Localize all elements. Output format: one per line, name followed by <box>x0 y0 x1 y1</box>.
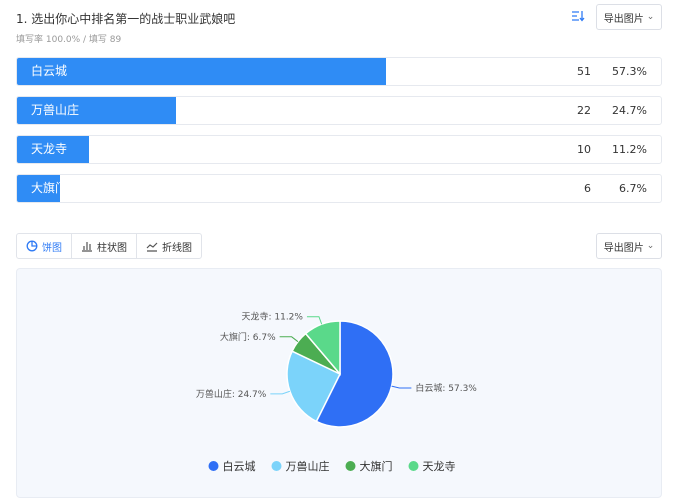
pie-chart-panel: 白云城: 57.3% 万兽山庄: 24.7% 大旗门: 6.7% 天龙寺: 11.2%… <box>16 268 662 498</box>
result-percent: 6.7% <box>619 182 647 195</box>
question-title: 1. 选出你心中排名第一的战士职业武娘吧 <box>16 12 236 26</box>
result-percent: 11.2% <box>612 143 647 156</box>
tab-label: 折线图 <box>162 242 192 254</box>
chevron-down-icon: ⌄ <box>646 12 655 22</box>
legend-label[interactable]: 万兽山庄 <box>286 459 330 473</box>
result-row: 万兽山庄 22 24.7% <box>16 96 662 125</box>
legend-label[interactable]: 大旗门 <box>360 459 393 473</box>
result-label: 天龙寺 <box>31 142 68 156</box>
result-label: 白云城 <box>31 64 68 78</box>
line-chart-icon <box>146 242 158 252</box>
legend-marker[interactable] <box>345 461 356 471</box>
result-count: 51 <box>577 65 591 78</box>
chevron-down-icon: ⌄ <box>646 241 655 251</box>
bar-chart-icon <box>82 242 92 252</box>
result-count: 22 <box>577 104 591 117</box>
pie-slice-label: 天龙寺: 11.2% <box>241 311 303 323</box>
question-stats: 填写率 100.0% / 填写 89 <box>16 35 122 45</box>
tab-line-chart[interactable]: 折线图 <box>137 234 201 258</box>
export-label: 导出图片 <box>603 242 644 254</box>
result-percent: 24.7% <box>612 104 647 117</box>
tab-pie-chart[interactable]: 饼图 <box>17 234 72 258</box>
pie-chart: 白云城: 57.3% 万兽山庄: 24.7% 大旗门: 6.7% 天龙寺: 11.2%… <box>196 311 477 473</box>
legend-marker[interactable] <box>271 461 282 471</box>
export-image-button[interactable]: 导出图片 ⌄ <box>596 4 662 30</box>
pie-leader-line <box>391 385 412 389</box>
pie-leader-line <box>270 390 291 395</box>
result-count: 10 <box>577 143 591 156</box>
result-bar-fill <box>17 58 386 85</box>
legend-label[interactable]: 天龙寺 <box>423 460 456 473</box>
pie-leader-line <box>279 336 299 343</box>
result-row: 天龙寺 10 11.2% <box>16 135 662 164</box>
result-label: 万兽山庄 <box>31 103 80 117</box>
result-row: 大旗门 6 6.7% <box>16 174 662 203</box>
pie-slice-label: 大旗门: 6.7% <box>220 331 276 343</box>
legend-label[interactable]: 白云城 <box>223 459 256 473</box>
chart-type-tabs: 饼图 柱状图 折线图 <box>16 233 202 259</box>
result-label: 大旗门 <box>31 181 68 195</box>
tab-label: 柱状图 <box>97 242 127 254</box>
tab-label: 饼图 <box>42 242 62 254</box>
legend-marker[interactable] <box>408 461 419 471</box>
result-percent: 57.3% <box>612 65 647 78</box>
export-label: 导出图片 <box>603 13 644 25</box>
result-row: 白云城 51 57.3% <box>16 57 662 86</box>
sort-icon[interactable] <box>571 9 585 23</box>
result-bars: 白云城 51 57.3% 万兽山庄 22 24.7% 天龙寺 10 11.2% … <box>16 57 662 213</box>
pie-slice-label: 万兽山庄: 24.7% <box>196 388 267 400</box>
pie-slice-label: 白云城: 57.3% <box>415 382 477 394</box>
pie-icon <box>26 240 38 252</box>
result-count: 6 <box>584 182 591 195</box>
export-chart-button[interactable]: 导出图片 ⌄ <box>596 233 662 259</box>
pie-leader-line <box>306 316 323 325</box>
tab-bar-chart[interactable]: 柱状图 <box>72 234 137 258</box>
legend-marker[interactable] <box>208 461 219 471</box>
